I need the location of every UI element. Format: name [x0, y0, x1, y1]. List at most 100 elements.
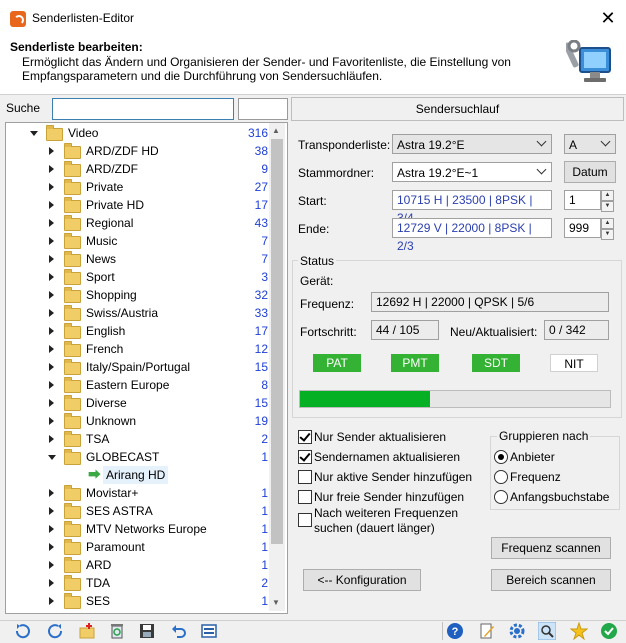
transponder-letter-select[interactable]: A: [564, 134, 616, 154]
recycle-icon[interactable]: [108, 622, 126, 640]
tree-item[interactable]: English 17: [6, 322, 270, 340]
save-icon[interactable]: [138, 622, 156, 640]
spin-up-icon[interactable]: ▲: [601, 218, 614, 229]
undo-icon[interactable]: [170, 622, 188, 640]
expand-arrow-icon[interactable]: [49, 435, 54, 443]
confirm-check-icon[interactable]: [600, 622, 618, 640]
search-input[interactable]: [52, 98, 234, 120]
edit-icon[interactable]: [478, 622, 496, 640]
expand-arrow-icon[interactable]: [49, 507, 54, 515]
expand-arrow-icon[interactable]: [49, 201, 54, 209]
weitere-frequenzen-checkbox[interactable]: [298, 513, 312, 527]
ende-field[interactable]: 12729 V | 22000 | 8PSK | 2/3: [392, 218, 552, 253]
new-folder-icon[interactable]: [78, 622, 96, 640]
tree-item[interactable]: Swiss/Austria 33: [6, 304, 270, 322]
tree-item[interactable]: SES ASTRA 1: [6, 502, 270, 520]
collapse-arrow-icon[interactable]: [48, 455, 56, 460]
tree-item[interactable]: Sport 3: [6, 268, 270, 286]
tree-item[interactable]: SES 1: [6, 592, 270, 610]
tree-item[interactable]: Italy/Spain/Portugal 15: [6, 358, 270, 376]
expand-arrow-icon[interactable]: [49, 147, 54, 155]
expand-arrow-icon[interactable]: [49, 327, 54, 335]
tree-item[interactable]: Movistar+ 1: [6, 484, 270, 502]
nur-sender-aktualisieren-label[interactable]: Nur Sender aktualisieren: [314, 430, 446, 444]
tree-item[interactable]: Shopping 32: [6, 286, 270, 304]
scroll-down-arrow-icon[interactable]: ▼: [272, 598, 280, 607]
channel-tree[interactable]: Video 316 ARD/ZDF HD 38 ARD/ZDF 9 Private 27 P…: [5, 122, 288, 614]
tree-item[interactable]: GLOBECAST 1: [6, 448, 270, 466]
expand-arrow-icon[interactable]: [49, 309, 54, 317]
expand-arrow-icon[interactable]: [49, 345, 54, 353]
search-icon[interactable]: [538, 622, 556, 640]
tree-item[interactable]: Regional 43: [6, 214, 270, 232]
nur-aktive-sender-checkbox[interactable]: [298, 470, 312, 484]
weitere-frequenzen-label[interactable]: Nach weiteren Frequenzen: [314, 506, 458, 520]
weitere-frequenzen-label-line2[interactable]: suchen (dauert länger): [314, 521, 435, 535]
expand-arrow-icon[interactable]: [49, 381, 54, 389]
nur-freie-sender-label[interactable]: Nur freie Sender hinzufügen: [314, 490, 464, 504]
ende-spin-buttons[interactable]: ▲ ▼: [601, 218, 614, 240]
nur-sender-aktualisieren-checkbox[interactable]: [298, 430, 312, 444]
expand-arrow-icon[interactable]: [49, 489, 54, 497]
expand-arrow-icon[interactable]: [49, 291, 54, 299]
tree-item[interactable]: MTV Networks Europe 1: [6, 520, 270, 538]
tree-item[interactable]: Paramount 1: [6, 538, 270, 556]
transponder-select[interactable]: Astra 19.2°E: [392, 134, 552, 154]
expand-arrow-icon[interactable]: [49, 237, 54, 245]
scroll-up-arrow-icon[interactable]: ▲: [272, 126, 280, 135]
start-spin-buttons[interactable]: ▲ ▼: [601, 190, 614, 212]
spin-down-icon[interactable]: ▼: [601, 201, 614, 212]
nur-freie-sender-checkbox[interactable]: [298, 490, 312, 504]
tree-root-video[interactable]: Video 316: [6, 124, 270, 142]
anfangsbuchstabe-label[interactable]: Anfangsbuchstabe: [510, 490, 609, 504]
spin-down-icon[interactable]: ▼: [601, 229, 614, 240]
nur-aktive-sender-label[interactable]: Nur aktive Sender hinzufügen: [314, 470, 472, 484]
tree-item[interactable]: ⮕ Arirang HD: [6, 466, 270, 484]
expand-arrow-icon[interactable]: [49, 417, 54, 425]
expand-arrow-icon[interactable]: [49, 273, 54, 281]
expand-arrow-icon[interactable]: [49, 255, 54, 263]
refresh-icon[interactable]: [14, 622, 32, 640]
tree-item[interactable]: ARD/ZDF 9: [6, 160, 270, 178]
datum-button[interactable]: Datum: [564, 161, 616, 183]
expand-arrow-icon[interactable]: [49, 399, 54, 407]
settings-icon[interactable]: [508, 622, 526, 640]
anfangsbuchstabe-radio[interactable]: [494, 490, 508, 504]
bereich-scannen-button[interactable]: Bereich scannen: [491, 569, 611, 591]
start-field[interactable]: 10715 H | 23500 | 8PSK | 3/4: [392, 190, 552, 225]
stamm-select[interactable]: Astra 19.2°E~1: [392, 162, 552, 182]
frequenz-radio-label[interactable]: Frequenz: [510, 470, 561, 484]
tree-item[interactable]: Music 7: [6, 232, 270, 250]
expand-arrow-icon[interactable]: [49, 543, 54, 551]
sendernamen-aktualisieren-checkbox[interactable]: [298, 450, 312, 464]
collapse-arrow-icon[interactable]: [30, 131, 38, 136]
tree-item[interactable]: ARD/ZDF HD 38: [6, 142, 270, 160]
expand-arrow-icon[interactable]: [49, 561, 54, 569]
reload-icon[interactable]: [46, 622, 64, 640]
frequenz-radio[interactable]: [494, 470, 508, 484]
help-icon[interactable]: ?: [446, 622, 464, 640]
tree-item[interactable]: Private 27: [6, 178, 270, 196]
close-button[interactable]: ✕: [596, 6, 620, 30]
tree-item[interactable]: French 12: [6, 340, 270, 358]
tree-item[interactable]: Private HD 17: [6, 196, 270, 214]
expand-arrow-icon[interactable]: [49, 525, 54, 533]
scroll-thumb[interactable]: [271, 139, 283, 544]
tree-item[interactable]: Eastern Europe 8: [6, 376, 270, 394]
expand-arrow-icon[interactable]: [49, 219, 54, 227]
tree-item[interactable]: News 7: [6, 250, 270, 268]
anbieter-radio[interactable]: [494, 450, 508, 464]
tree-item[interactable]: Unknown 19: [6, 412, 270, 430]
tree-item[interactable]: TDA 2: [6, 574, 270, 592]
expand-arrow-icon[interactable]: [49, 363, 54, 371]
search-filter-input[interactable]: [238, 98, 288, 120]
anbieter-label[interactable]: Anbieter: [510, 450, 555, 464]
expand-arrow-icon[interactable]: [49, 597, 54, 605]
konfiguration-button[interactable]: <-- Konfiguration: [303, 569, 421, 591]
tree-item[interactable]: TSA 2: [6, 430, 270, 448]
tree-item[interactable]: Diverse 15: [6, 394, 270, 412]
favorite-star-icon[interactable]: [570, 622, 588, 640]
ende-spinner[interactable]: 999: [564, 218, 601, 238]
spin-up-icon[interactable]: ▲: [601, 190, 614, 201]
frequenz-scannen-button[interactable]: Frequenz scannen: [491, 537, 611, 559]
